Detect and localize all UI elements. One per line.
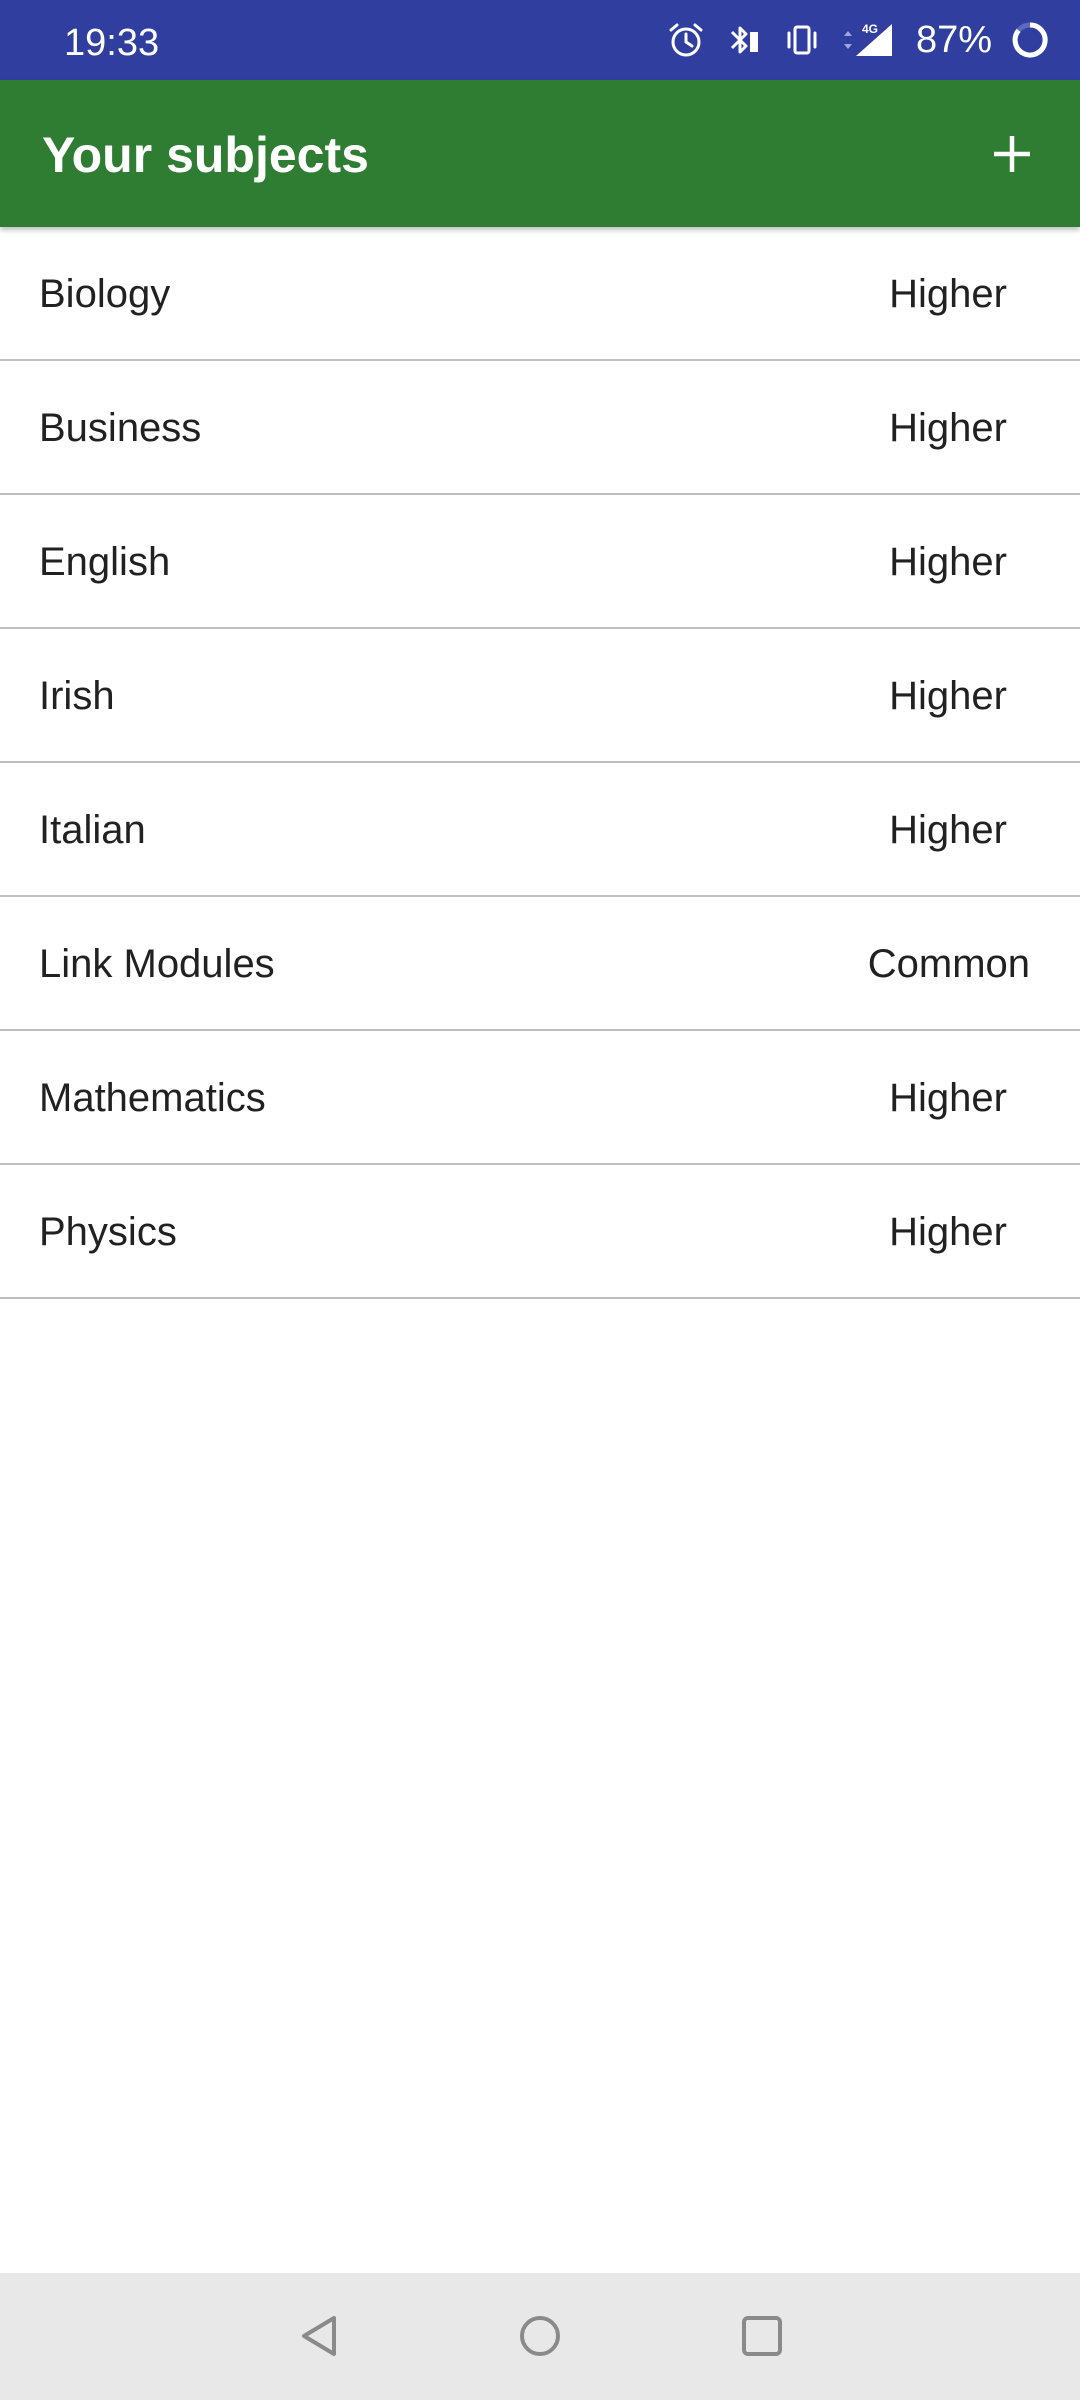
subject-name: Business <box>39 406 202 450</box>
status-icons: 4G 87% <box>648 0 1050 80</box>
subject-level: Higher <box>889 406 1007 450</box>
page-title: Your subjects <box>42 127 369 183</box>
add-subject-button[interactable] <box>974 116 1050 192</box>
recents-icon <box>742 2316 782 2356</box>
subject-name: Link Modules <box>39 942 275 986</box>
recents-button[interactable] <box>729 2303 795 2369</box>
battery-icon <box>1010 20 1050 60</box>
subject-row-link-modules[interactable]: Link Modules Common <box>0 897 1080 1031</box>
alarm-icon <box>666 20 706 60</box>
subject-row-english[interactable]: English Higher <box>0 495 1080 629</box>
subject-row-physics[interactable]: Physics Higher <box>0 1165 1080 1299</box>
subject-row-mathematics[interactable]: Mathematics Higher <box>0 1031 1080 1165</box>
subject-row-irish[interactable]: Irish Higher <box>0 629 1080 763</box>
subject-name: Italian <box>39 808 146 852</box>
subject-name: Physics <box>39 1210 177 1254</box>
signal-icon: 4G <box>840 20 898 60</box>
status-bar: 19:33 4G 87% <box>0 0 1080 80</box>
subject-name: English <box>39 540 171 584</box>
network-type-label: 4G <box>862 22 878 36</box>
plus-icon <box>994 136 1030 172</box>
subject-name: Mathematics <box>39 1076 266 1120</box>
bluetooth-icon <box>724 20 764 60</box>
subject-level: Higher <box>889 1210 1007 1254</box>
screen: 19:33 4G 87% Your subjects Biology Highe… <box>0 0 1080 2400</box>
subject-name: Biology <box>39 272 171 316</box>
back-button[interactable] <box>286 2303 352 2369</box>
status-time: 19:33 <box>64 22 160 64</box>
vibrate-icon <box>782 20 822 60</box>
home-icon <box>520 2316 560 2356</box>
subject-row-biology[interactable]: Biology Higher <box>0 227 1080 361</box>
subject-level: Higher <box>889 272 1007 316</box>
battery-percent: 87% <box>915 19 992 61</box>
subject-level: Common <box>867 942 1030 986</box>
subject-level: Higher <box>889 674 1007 718</box>
subject-list: Biology Higher Business Higher English H… <box>0 227 1080 1299</box>
home-button[interactable] <box>507 2303 573 2369</box>
subject-row-business[interactable]: Business Higher <box>0 361 1080 495</box>
subject-level: Higher <box>889 1076 1007 1120</box>
subject-row-italian[interactable]: Italian Higher <box>0 763 1080 897</box>
back-icon <box>302 2316 336 2356</box>
subject-level: Higher <box>889 808 1007 852</box>
navigation-bar <box>0 2273 1080 2400</box>
app-bar: Your subjects <box>0 80 1080 227</box>
subject-level: Higher <box>889 540 1007 584</box>
subject-name: Irish <box>39 674 115 718</box>
